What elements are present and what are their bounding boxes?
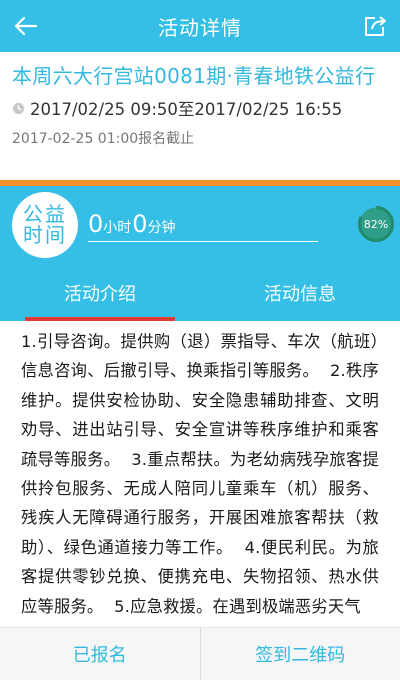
app-root: 活动详情 本周六大行宫站0081期·青春地铁公益行 2017/02/25 09:…	[0, 0, 400, 680]
top-navbar: 活动详情	[0, 0, 400, 52]
activity-title: 本周六大行宫站0081期·青春地铁公益行	[12, 64, 376, 88]
welfare-time-badge: 公益时间	[12, 192, 78, 258]
registered-button[interactable]: 已报名	[0, 628, 200, 680]
minutes-value: 0	[132, 210, 148, 238]
clock-icon	[12, 102, 25, 114]
tab-activity-intro[interactable]: 活动介绍	[0, 264, 200, 321]
share-button[interactable]	[358, 8, 394, 44]
activity-header: 本周六大行宫站0081期·青春地铁公益行 2017/02/25 09:50至20…	[0, 52, 400, 182]
hours-summary: 0 小时 0 分钟	[88, 210, 177, 238]
tab-label: 活动信息	[264, 283, 336, 305]
tab-bar: 活动介绍 活动信息	[0, 264, 400, 321]
checkin-qrcode-button[interactable]: 签到二维码	[201, 628, 400, 680]
bottom-action-bar: 已报名 签到二维码	[0, 627, 400, 680]
hours-value: 0	[88, 210, 104, 238]
back-arrow-icon	[14, 16, 38, 36]
hours-underline	[88, 241, 318, 242]
activity-time-range: 2017/02/25 09:50至2017/02/25 16:55	[30, 100, 343, 119]
activity-time-row: 2017/02/25 09:50至2017/02/25 16:55	[12, 96, 388, 120]
activity-description[interactable]: 1.引导咨询。提供购（退）票指导、车次（航班）信息咨询、后撤引导、换乘指引等服务…	[0, 321, 400, 627]
registration-deadline: 2017-02-25 01:00报名截止	[12, 131, 195, 147]
badge-text: 公益时间	[23, 202, 67, 247]
description-text: 1.引导咨询。提供购（退）票指导、车次（航班）信息咨询、后撤引导、换乘指引等服务…	[21, 332, 379, 616]
share-icon	[365, 16, 386, 36]
hours-unit: 小时	[103, 220, 132, 236]
progress-percent-label: 82%	[363, 217, 389, 231]
minutes-unit: 分钟	[147, 220, 176, 236]
welfare-hours-panel: 公益时间 0 小时 0 分钟 82%	[0, 186, 400, 264]
back-button[interactable]	[8, 8, 44, 44]
tab-activity-info[interactable]: 活动信息	[200, 264, 400, 321]
page-title: 活动详情	[158, 15, 242, 40]
tab-label: 活动介绍	[64, 283, 136, 305]
